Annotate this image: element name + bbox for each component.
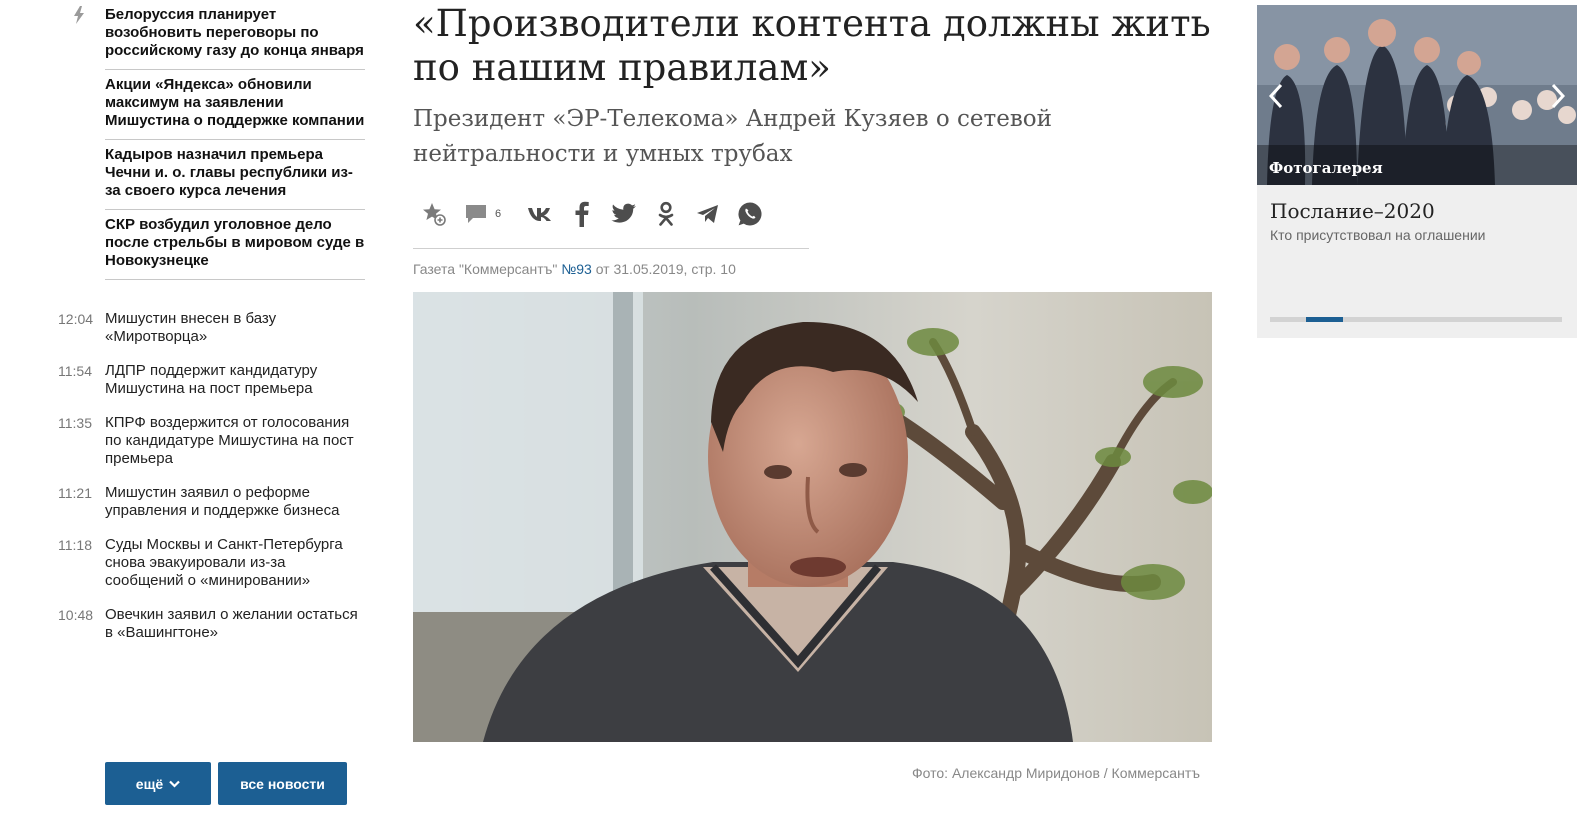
lightning-icon [74, 6, 84, 24]
feed-item[interactable]: 11:35 КПРФ воздержится от голосования по… [58, 414, 370, 468]
meta-divider [413, 248, 809, 249]
feed-text[interactable]: Мишустин внесен в базу «Миротворца» [105, 310, 367, 346]
photo-gallery-widget[interactable]: Фотогалерея Послание–2020 Кто присутство… [1257, 5, 1577, 338]
publication-source: Газета "Коммерсантъ" [413, 261, 562, 277]
feed-text[interactable]: Суды Москвы и Санкт-Петербурга снова эва… [105, 536, 367, 590]
feed-time: 11:18 [58, 537, 92, 553]
gallery-photo[interactable]: Фотогалерея [1257, 5, 1577, 185]
more-button[interactable]: ещё [105, 762, 211, 805]
gallery-progress-fill [1306, 317, 1343, 322]
more-button-label: ещё [135, 775, 164, 792]
feed-buttons: ещё все новости [105, 762, 347, 805]
publication-date: от 31.05.2019, стр. 10 [591, 261, 736, 277]
feed-time: 11:21 [58, 485, 92, 501]
arrow-left-icon[interactable] [1269, 83, 1283, 109]
top-news-item[interactable]: Белоруссия планирует возобновить перегов… [105, 0, 365, 70]
top-news-item[interactable]: Акции «Яндекса» обновили максимум на зая… [105, 70, 365, 140]
facebook-icon[interactable] [569, 201, 595, 227]
feed-item[interactable]: 10:48 Овечкин заявил о желании остаться … [58, 606, 370, 642]
photo-caption: Фото: Александр Миридонов / Коммерсантъ [912, 765, 1200, 781]
whatsapp-icon[interactable] [737, 201, 763, 227]
favorite-add-icon[interactable] [421, 201, 447, 227]
top-news-item[interactable]: Кадыров назначил премьера Чечни и. о. гл… [105, 140, 365, 210]
arrow-right-icon[interactable] [1551, 83, 1565, 109]
article-headline: «Производители контента должны жить по н… [413, 2, 1211, 89]
gallery-tag: Фотогалерея [1269, 159, 1383, 177]
feed-text[interactable]: Мишустин заявил о реформе управления и п… [105, 484, 367, 520]
news-feed: 12:04 Мишустин внесен в базу «Миротворца… [58, 310, 370, 642]
chevron-down-icon [169, 780, 180, 788]
comment-count[interactable]: 6 [495, 208, 501, 220]
top-news-list: Белоруссия планирует возобновить перегов… [105, 0, 365, 280]
feed-item[interactable]: 12:04 Мишустин внесен в базу «Миротворца… [58, 310, 370, 346]
share-toolbar: 6 [413, 196, 1233, 232]
issue-link[interactable]: №93 [561, 261, 592, 277]
all-news-button[interactable]: все новости [218, 762, 347, 805]
feed-text[interactable]: Овечкин заявил о желании остаться в «Ваш… [105, 606, 367, 642]
news-sidebar: Белоруссия планирует возобновить перегов… [58, 0, 370, 805]
gallery-subtitle: Кто присутствовал на оглашении [1270, 227, 1486, 243]
odnoklassniki-icon[interactable] [653, 201, 679, 227]
feed-item[interactable]: 11:18 Суды Москвы и Санкт-Петербурга сно… [58, 536, 370, 590]
article-photo [413, 292, 1212, 742]
twitter-icon[interactable] [611, 201, 637, 227]
comment-icon[interactable] [463, 201, 489, 227]
gallery-progress [1270, 317, 1562, 322]
all-news-button-label: все новости [240, 775, 325, 792]
gallery-title[interactable]: Послание–2020 [1270, 199, 1577, 223]
article-subheadline: Президент «ЭР-Телекома» Андрей Кузяев о … [413, 106, 1052, 167]
feed-item[interactable]: 11:54 ЛДПР поддержит кандидатуру Мишусти… [58, 362, 370, 398]
feed-text[interactable]: КПРФ воздержится от голосования по канди… [105, 414, 367, 468]
top-news-item[interactable]: СКР возбудил уголовное дело после стрель… [105, 210, 365, 280]
article-meta: Газета "Коммерсантъ" №93 от 31.05.2019, … [413, 261, 1233, 277]
article: «Производители контента должны жить по н… [413, 0, 1233, 781]
telegram-icon[interactable] [695, 201, 721, 227]
feed-time: 11:35 [58, 415, 92, 431]
feed-text[interactable]: ЛДПР поддержит кандидатуру Мишустина на … [105, 362, 367, 398]
feed-item[interactable]: 11:21 Мишустин заявил о реформе управлен… [58, 484, 370, 520]
feed-time: 10:48 [58, 607, 94, 623]
feed-time: 11:54 [58, 363, 92, 379]
vk-icon[interactable] [527, 201, 553, 227]
feed-time: 12:04 [58, 311, 94, 327]
